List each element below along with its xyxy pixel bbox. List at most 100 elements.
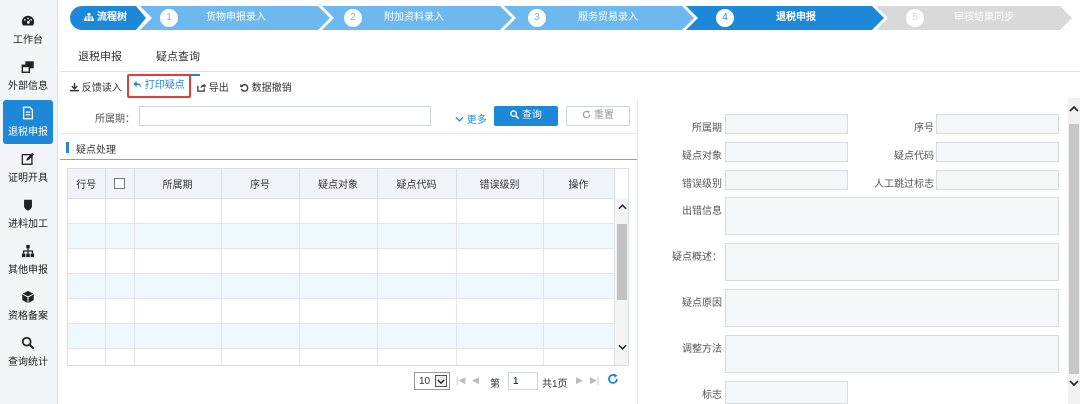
print-doubt-button[interactable]: 打印疑点 bbox=[127, 74, 191, 98]
doubt-table: 行号 所属期 序号 疑点对象 疑点代码 错误级别 操作 bbox=[67, 168, 629, 366]
table-row[interactable] bbox=[68, 298, 615, 324]
period-input[interactable] bbox=[139, 106, 431, 126]
document-icon bbox=[3, 100, 53, 122]
sidebar-item-tax-refund[interactable]: 退税申报 bbox=[3, 100, 53, 144]
scroll-up-icon[interactable] bbox=[618, 204, 627, 210]
search-icon bbox=[3, 330, 53, 352]
first-page-icon[interactable]: |◀ bbox=[456, 375, 465, 386]
revoke-data-button[interactable]: 数据撤销 bbox=[240, 79, 292, 94]
stepper-root[interactable]: 流程树 bbox=[70, 6, 146, 30]
error-info-field[interactable] bbox=[725, 197, 1059, 235]
next-page-icon[interactable]: ▶ bbox=[576, 375, 583, 386]
page-prefix-label: 第 bbox=[490, 379, 500, 390]
last-page-icon[interactable]: ▶| bbox=[590, 375, 599, 386]
level-field-label: 错误级别 bbox=[682, 179, 722, 190]
more-filters-link[interactable]: 更多 bbox=[455, 111, 487, 126]
col-doubt-object: 疑点对象 bbox=[299, 169, 378, 199]
edit-icon bbox=[3, 146, 53, 168]
reason-field[interactable] bbox=[725, 289, 1059, 327]
step-number: 5 bbox=[906, 9, 924, 27]
summary-field[interactable] bbox=[725, 243, 1059, 281]
pagination: 10 |◀ ◀ 第 共1页 ▶ ▶| bbox=[412, 372, 636, 390]
undo-icon bbox=[240, 83, 249, 92]
step-number: 4 bbox=[716, 9, 734, 27]
table-row[interactable] bbox=[68, 223, 615, 249]
prev-page-icon[interactable]: ◀ bbox=[472, 375, 479, 386]
col-period: 所属期 bbox=[134, 169, 222, 199]
query-label: 查询 bbox=[521, 110, 542, 121]
table-row[interactable] bbox=[68, 348, 615, 365]
scroll-down-icon[interactable] bbox=[1069, 380, 1079, 386]
step-label: 退税申报 bbox=[776, 12, 816, 23]
sidebar-item-label: 查询统计 bbox=[8, 357, 48, 368]
hierarchy-icon bbox=[3, 238, 53, 260]
table-scrollbar[interactable] bbox=[614, 198, 628, 365]
col-action: 操作 bbox=[543, 169, 615, 199]
sidebar-item-certificate[interactable]: 证明开具 bbox=[3, 146, 53, 190]
doubt-section-header: 疑点处理 bbox=[60, 134, 637, 160]
adjust-field[interactable] bbox=[725, 335, 1059, 373]
feedback-import-button[interactable]: 反馈读入 bbox=[70, 79, 122, 94]
step-label: 服务贸易录入 bbox=[578, 12, 638, 23]
table-row[interactable] bbox=[68, 323, 615, 349]
query-button[interactable]: 查询 bbox=[494, 106, 558, 126]
step-4[interactable]: 4 退税申报 bbox=[686, 6, 884, 30]
step-5[interactable]: 5 审核结果同步 bbox=[876, 6, 1072, 30]
panel-scrollbar-thumb[interactable] bbox=[1069, 124, 1079, 374]
page-size-select[interactable]: 10 bbox=[414, 372, 450, 390]
error-info-field-label: 出错信息 bbox=[682, 206, 722, 217]
object-field[interactable] bbox=[725, 142, 848, 162]
step-2[interactable]: 2 附加资料录入 bbox=[322, 6, 512, 30]
sidebar: 工作台 外部信息 退税申报 证明开具 进料加工 其他申报 资格备案 查询统计 bbox=[0, 0, 58, 404]
tab-doubt-query[interactable]: 疑点查询 bbox=[156, 48, 200, 76]
col-sequence: 序号 bbox=[221, 169, 300, 199]
adjust-field-label: 调整方法 bbox=[682, 344, 722, 355]
flag-field[interactable] bbox=[725, 381, 848, 404]
period-field-label: 所属期 bbox=[692, 123, 722, 134]
col-error-level: 错误级别 bbox=[456, 169, 544, 199]
sidebar-item-query-stats[interactable]: 查询统计 bbox=[3, 330, 53, 374]
page-size-value: 10 bbox=[419, 376, 431, 387]
select-all-checkbox[interactable] bbox=[114, 177, 125, 189]
export-icon bbox=[197, 83, 206, 92]
col-row-number: 行号 bbox=[68, 169, 106, 199]
table-scrollbar-thumb[interactable] bbox=[617, 224, 627, 300]
step-1[interactable]: 1 货物申报录入 bbox=[140, 6, 330, 30]
panel-scrollbar[interactable] bbox=[1068, 98, 1080, 404]
sidebar-item-label: 外部信息 bbox=[8, 81, 48, 92]
sidebar-item-workbench[interactable]: 工作台 bbox=[3, 8, 53, 52]
tab-tax-refund[interactable]: 退税申报 bbox=[78, 48, 122, 64]
level-field[interactable] bbox=[725, 170, 848, 190]
sidebar-item-qualification[interactable]: 资格备案 bbox=[3, 284, 53, 328]
page-number-input[interactable] bbox=[508, 372, 538, 390]
download-icon bbox=[70, 83, 79, 92]
seq-field[interactable] bbox=[936, 114, 1059, 134]
table-row[interactable] bbox=[68, 248, 615, 274]
sidebar-item-processing[interactable]: 进料加工 bbox=[3, 192, 53, 236]
stepper-root-label: 流程树 bbox=[97, 12, 127, 23]
total-pages-label: 共1页 bbox=[542, 379, 568, 390]
sidebar-item-label: 证明开具 bbox=[8, 173, 48, 184]
scroll-up-icon[interactable] bbox=[1069, 106, 1079, 112]
period-field[interactable] bbox=[725, 114, 848, 134]
reset-button[interactable]: 重置 bbox=[566, 106, 630, 126]
table-row[interactable] bbox=[68, 198, 615, 224]
step-3[interactable]: 3 服务贸易录入 bbox=[504, 6, 694, 30]
cube-icon bbox=[3, 284, 53, 306]
refresh-icon[interactable] bbox=[607, 373, 619, 385]
export-label: 导出 bbox=[208, 83, 229, 94]
table-header-row: 行号 所属期 序号 疑点对象 疑点代码 错误级别 操作 bbox=[68, 169, 615, 199]
seq-field-label: 序号 bbox=[914, 123, 934, 134]
dashboard-icon bbox=[3, 8, 53, 30]
code-field[interactable] bbox=[936, 142, 1059, 162]
sidebar-item-other-declaration[interactable]: 其他申报 bbox=[3, 238, 53, 282]
scroll-down-icon[interactable] bbox=[618, 344, 627, 350]
feedback-import-label: 反馈读入 bbox=[81, 83, 122, 94]
table-row[interactable] bbox=[68, 273, 615, 299]
export-button[interactable]: 导出 bbox=[197, 79, 229, 94]
chevron-down-icon bbox=[435, 375, 447, 387]
manual-skip-field[interactable] bbox=[936, 170, 1059, 190]
search-bar: 所属期： 更多 查询 重置 bbox=[60, 98, 637, 134]
sidebar-item-external-info[interactable]: 外部信息 bbox=[3, 54, 53, 98]
period-label: 所属期： bbox=[95, 114, 135, 125]
